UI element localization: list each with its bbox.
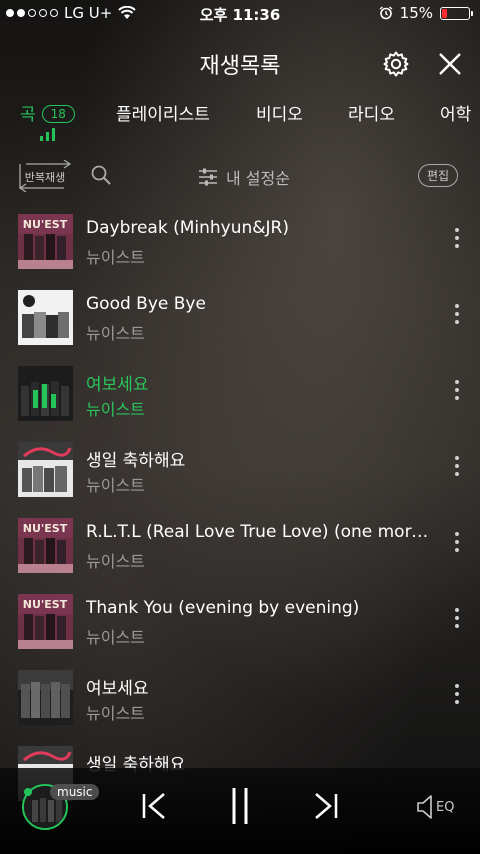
song-title: Good Bye Bye <box>86 294 206 314</box>
artist-name: 뉴이스트 <box>86 248 145 267</box>
song-title: Thank You (evening by evening) <box>86 598 360 618</box>
battery-icon <box>440 6 473 20</box>
eq-label: EQ <box>436 799 455 815</box>
svg-text:NU'EST: NU'EST <box>23 598 68 611</box>
song-title: 여보세요 <box>86 375 149 395</box>
music-badge: music <box>50 784 100 800</box>
tab-label: 곡 <box>20 105 36 125</box>
song-count-badge: 18 <box>41 105 75 123</box>
album-art <box>18 290 73 345</box>
pause-icon[interactable] <box>228 786 252 826</box>
album-art <box>18 670 73 725</box>
list-item[interactable]: NU'EST Thank You (evening by evening) 뉴이… <box>0 588 480 664</box>
album-art: NU'EST <box>18 214 73 269</box>
list-item[interactable]: NU'EST R.L.T.L (Real Love True Love) (on… <box>0 512 480 588</box>
album-art <box>18 366 73 421</box>
more-options-icon[interactable] <box>450 228 464 252</box>
edit-button[interactable]: 편집 <box>418 164 459 187</box>
search-icon[interactable] <box>90 164 112 186</box>
battery-percent: 15% <box>399 4 433 22</box>
eq-button[interactable]: EQ <box>416 794 454 820</box>
artist-name: 뉴이스트 <box>86 476 145 495</box>
sort-label: 내 설정순 <box>226 169 290 188</box>
song-title: R.L.T.L (Real Love True Love) (one morn.… <box>86 522 436 542</box>
more-options-icon[interactable] <box>450 380 464 404</box>
svg-text:NU'EST: NU'EST <box>23 522 68 535</box>
svg-text:NU'EST: NU'EST <box>23 218 68 231</box>
song-title: 생일 축하해요 <box>86 451 186 471</box>
tab-playlist[interactable]: 플레이리스트 <box>116 100 210 125</box>
list-item[interactable]: Good Bye Bye 뉴이스트 <box>0 284 480 360</box>
playing-indicator-dot <box>24 788 32 796</box>
artist-name: 뉴이스트 <box>86 324 145 343</box>
speaker-icon <box>417 795 432 819</box>
song-title: 여보세요 <box>86 679 149 699</box>
song-title: Daybreak (Minhyun&JR) <box>86 218 289 238</box>
tab-radio[interactable]: 라디오 <box>348 100 395 125</box>
list-item[interactable]: 여보세요 뉴이스트 <box>0 664 480 740</box>
more-options-icon[interactable] <box>450 304 464 328</box>
gear-icon[interactable] <box>382 50 410 78</box>
list-toolbar: 반복재생 내 설정순 편집 <box>0 160 480 194</box>
alarm-icon <box>379 6 393 20</box>
status-bar: LG U+ 오후 11:36 15% <box>0 0 480 28</box>
mini-player: music EQ <box>0 768 480 854</box>
artist-name: 뉴이스트 <box>86 552 145 571</box>
sort-filter-icon <box>199 168 217 186</box>
close-icon[interactable] <box>436 50 464 78</box>
list-item[interactable]: NU'EST Daybreak (Minhyun&JR) 뉴이스트 <box>0 208 480 284</box>
repeat-label: 반복재생 <box>24 171 66 184</box>
sort-selector[interactable]: 내 설정순 <box>198 165 290 189</box>
tab-language[interactable]: 어학 <box>440 100 471 125</box>
previous-track-icon[interactable] <box>140 790 168 822</box>
more-options-icon[interactable] <box>450 532 464 556</box>
artist-name: 뉴이스트 <box>86 704 145 723</box>
artist-name: 뉴이스트 <box>86 628 145 647</box>
list-item[interactable]: 생일 축하해요 뉴이스트 <box>0 436 480 512</box>
next-track-icon[interactable] <box>312 790 340 822</box>
album-art: NU'EST <box>18 518 73 573</box>
now-playing-indicator-icon <box>40 128 55 141</box>
tab-video[interactable]: 비디오 <box>256 100 303 125</box>
artist-name: 뉴이스트 <box>86 400 145 419</box>
repeat-button[interactable]: 반복재생 <box>18 160 72 192</box>
tab-songs[interactable]: 곡 18 <box>20 100 75 125</box>
album-art <box>18 442 73 497</box>
album-art: NU'EST <box>18 594 73 649</box>
more-options-icon[interactable] <box>450 684 464 708</box>
list-item-now-playing[interactable]: 여보세요 뉴이스트 <box>0 360 480 436</box>
category-tabs: 곡 18 플레이리스트 비디오 라디오 어학 <box>0 100 480 140</box>
more-options-icon[interactable] <box>450 608 464 632</box>
more-options-icon[interactable] <box>450 456 464 480</box>
